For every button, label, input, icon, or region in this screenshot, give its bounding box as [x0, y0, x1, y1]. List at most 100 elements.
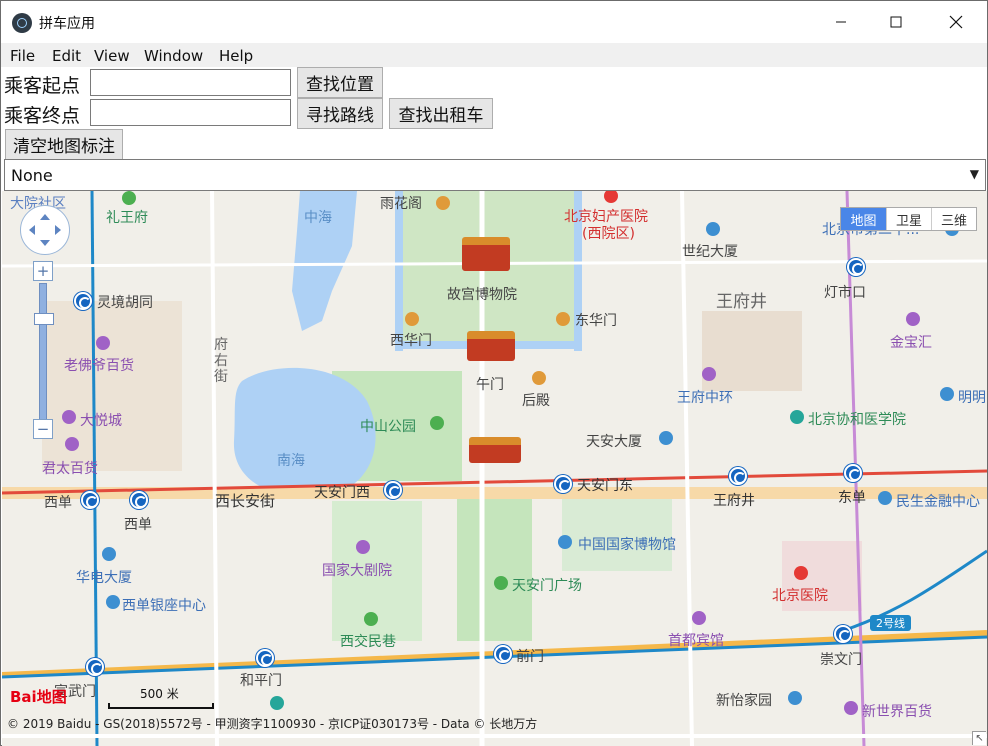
map-label[interactable]: 礼王府	[106, 207, 148, 227]
attraction-icon[interactable]	[556, 312, 570, 326]
metro-station-icon[interactable]	[554, 475, 572, 493]
find-location-button[interactable]: 查找位置	[297, 67, 383, 98]
map-label[interactable]: 午门	[476, 374, 504, 394]
map-label[interactable]: 后殿	[522, 390, 550, 410]
map-label[interactable]: 天安门西	[314, 482, 370, 502]
building-icon[interactable]	[878, 491, 892, 505]
hospital-icon[interactable]	[794, 566, 808, 580]
map-label[interactable]: 西华门	[390, 330, 432, 350]
map-type-satellite[interactable]: 卫星	[886, 208, 931, 230]
metro-station-icon[interactable]	[844, 464, 862, 482]
building-icon[interactable]	[788, 691, 802, 705]
map-label[interactable]: (西院区)	[582, 223, 635, 243]
map-label[interactable]: 和平门	[240, 670, 282, 690]
map-label[interactable]: 灵境胡同	[97, 292, 153, 312]
attraction-icon[interactable]	[532, 371, 546, 385]
zoom-slider-track[interactable]	[39, 283, 47, 427]
map-label[interactable]: 天安门东	[577, 475, 633, 495]
map-label[interactable]: 明明	[958, 387, 986, 407]
map-label[interactable]: 西单	[44, 492, 72, 512]
end-input[interactable]	[90, 99, 291, 126]
map-label[interactable]: 老佛爷百货	[64, 355, 134, 375]
map-label[interactable]: 东单	[838, 487, 866, 507]
option-select[interactable]: None ▼	[4, 159, 986, 191]
map-label[interactable]: 首都宾馆	[668, 630, 724, 650]
metro-station-icon[interactable]	[86, 658, 104, 676]
map-label[interactable]: 新怡家园	[716, 690, 772, 710]
metro-station-icon[interactable]	[494, 645, 512, 663]
maximize-button[interactable]	[873, 1, 919, 43]
landmark-icon[interactable]	[122, 191, 136, 205]
start-input[interactable]	[90, 69, 291, 96]
map-label[interactable]: 西长安街	[215, 490, 275, 511]
metro-station-icon[interactable]	[130, 491, 148, 509]
map-type-normal[interactable]: 地图	[841, 208, 886, 230]
baidu-logo[interactable]: Bai地图	[10, 686, 67, 707]
map-label[interactable]: 中国国家博物馆	[578, 534, 676, 554]
metro-station-icon[interactable]	[847, 258, 865, 276]
map-label[interactable]: 北京协和医学院	[808, 409, 906, 429]
map-label[interactable]: 世纪大厦	[682, 241, 738, 261]
metro-station-icon[interactable]	[74, 292, 92, 310]
zoom-in-button[interactable]: +	[33, 261, 53, 281]
metro-line-badge[interactable]: 2号线	[870, 615, 911, 631]
metro-station-icon[interactable]	[256, 649, 274, 667]
map-label[interactable]: 君太百货	[42, 458, 98, 478]
close-button[interactable]	[933, 1, 979, 43]
map-label[interactable]: 南海	[277, 450, 305, 470]
map-label[interactable]: 中海	[304, 207, 332, 227]
park-icon[interactable]	[430, 416, 444, 430]
overview-toggle-icon[interactable]: ↖	[972, 731, 986, 745]
map-label[interactable]: 西单银座中心	[122, 595, 206, 615]
metro-station-icon[interactable]	[81, 491, 99, 509]
map-label[interactable]: 灯市口	[824, 282, 866, 302]
map-label[interactable]: 王府中环	[677, 387, 733, 407]
school-icon[interactable]	[790, 410, 804, 424]
menu-edit[interactable]: Edit	[52, 47, 81, 65]
building-icon[interactable]	[940, 387, 954, 401]
shopping-icon[interactable]	[702, 367, 716, 381]
zoom-out-button[interactable]: −	[33, 419, 53, 439]
museum-icon[interactable]	[558, 535, 572, 549]
zoom-slider-thumb[interactable]	[34, 313, 54, 325]
baidu-map[interactable]: 大院社区 礼王府 中海 雨花阁 北京妇产医院 (西院区) 世纪大厦 北京市第二十…	[2, 191, 987, 746]
landmark-icon[interactable]	[270, 696, 284, 710]
map-label[interactable]: 天安门广场	[512, 575, 582, 595]
find-route-button[interactable]: 寻找路线	[297, 98, 383, 129]
menu-view[interactable]: View	[94, 47, 130, 65]
map-label[interactable]: 中山公园	[360, 416, 416, 436]
map-label[interactable]: 故宫博物院	[447, 284, 517, 304]
map-label[interactable]: 华电大厦	[76, 567, 132, 587]
map-label[interactable]: 大悦城	[80, 410, 122, 430]
map-label[interactable]: 新世界百货	[862, 701, 932, 721]
map-label[interactable]: 府右街	[214, 337, 230, 385]
map-label[interactable]: 王府井	[716, 287, 767, 312]
building-icon[interactable]	[706, 222, 720, 236]
map-label[interactable]: 崇文门	[820, 649, 862, 669]
hotel-icon[interactable]	[692, 611, 706, 625]
minimize-button[interactable]	[818, 1, 864, 43]
landmark-icon[interactable]	[364, 612, 378, 626]
metro-station-icon[interactable]	[834, 625, 852, 643]
pan-control[interactable]	[20, 205, 70, 255]
find-taxi-button[interactable]: 查找出租车	[389, 98, 493, 129]
menu-window[interactable]: Window	[144, 47, 203, 65]
palace-building-icon[interactable]	[462, 237, 510, 271]
building-icon[interactable]	[102, 547, 116, 561]
shopping-icon[interactable]	[906, 312, 920, 326]
map-label[interactable]: 西交民巷	[340, 631, 396, 651]
shopping-icon[interactable]	[65, 437, 79, 451]
building-icon[interactable]	[659, 431, 673, 445]
map-label[interactable]: 北京医院	[772, 585, 828, 605]
palace-building-icon[interactable]	[467, 331, 515, 361]
gate-building-icon[interactable]	[469, 437, 521, 463]
metro-station-icon[interactable]	[384, 481, 402, 499]
map-label[interactable]: 东华门	[575, 310, 617, 330]
temple-icon[interactable]	[436, 196, 450, 210]
map-label[interactable]: 王府井	[713, 490, 755, 510]
attraction-icon[interactable]	[405, 312, 419, 326]
building-icon[interactable]	[106, 595, 120, 609]
theater-icon[interactable]	[356, 540, 370, 554]
menu-help[interactable]: Help	[219, 47, 253, 65]
map-label[interactable]: 前门	[516, 646, 544, 666]
